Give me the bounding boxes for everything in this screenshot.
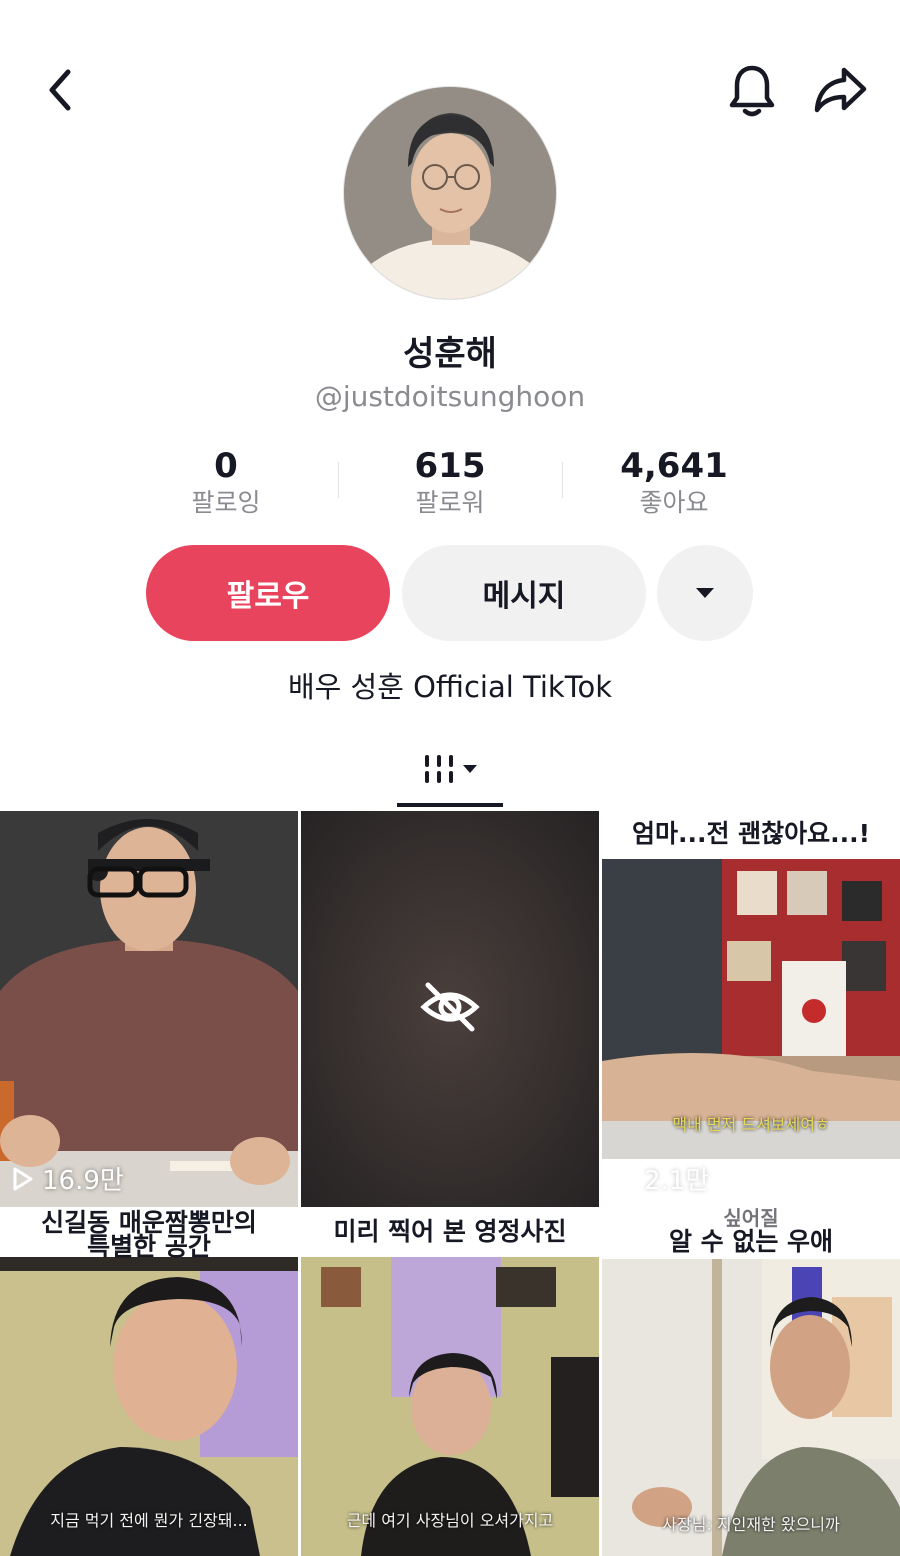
following-label: 팔로잉 [191, 488, 261, 517]
video-thumbnail-image [0, 811, 298, 1207]
profile-name: 성훈해 [403, 334, 497, 374]
profile-actions: 팔로우 메시지 [0, 545, 900, 641]
profile-bio: 배우 성훈 Official TikTok [287, 670, 613, 704]
video-caption: 미리 찍어 본 영정사진 [333, 1217, 567, 1246]
active-tab-indicator [397, 803, 503, 807]
video-thumbnail[interactable]: 16.9만 [0, 811, 298, 1207]
view-count: 16.9만 [12, 1160, 124, 1197]
following-stat[interactable]: 0 팔로잉 [126, 446, 326, 520]
message-button[interactable]: 메시지 [402, 545, 646, 641]
view-count: 2.1만 [614, 1160, 709, 1197]
profile-stats: 0 팔로잉 615 팔로워 4,641 좋아요 [0, 446, 900, 526]
notification-bell-button[interactable] [722, 60, 782, 120]
share-arrow-icon [814, 67, 867, 113]
followers-stat[interactable]: 615 팔로워 [350, 446, 550, 520]
tab-videos-grid[interactable] [397, 735, 503, 807]
view-count-text: 2.1만 [644, 1166, 710, 1196]
stat-divider [562, 462, 563, 498]
video-thumbnail-image [602, 811, 900, 1207]
video-thumbnail-image [301, 1207, 599, 1556]
share-button[interactable] [810, 60, 870, 120]
video-subtitle: 근데 여기 사장님이 오셔가지고 [346, 1511, 554, 1530]
play-icon [615, 1167, 635, 1190]
likes-count: 4,641 [620, 446, 728, 486]
video-caption: 엄마...전 괜찮아요...! [631, 819, 871, 848]
video-caption: 신길동 매운짬뽕만의 특별한 공간 [0, 1210, 298, 1261]
follow-button[interactable]: 팔로우 [146, 545, 390, 641]
video-subtitle: 지금 먹기 전에 뭔가 긴장돼... [50, 1511, 248, 1530]
video-subtitle: 사장님: 지인재한 왔으니까 [662, 1515, 840, 1534]
profile-avatar[interactable] [343, 86, 557, 300]
following-count: 0 [214, 446, 238, 486]
video-thumbnail-image [602, 1207, 900, 1556]
video-thumbnail[interactable]: 미리 찍어 본 영정사진 근데 여기 사장님이 오셔가지고 [301, 1207, 599, 1556]
view-count-text: 16.9만 [42, 1166, 124, 1196]
video-subtitle: 맥내 먼저 드셔보세여ㅎ [672, 1115, 830, 1134]
video-caption: 싶어질 알 수 없는 우애 [602, 1207, 900, 1257]
video-caption-line: 싶어질 [723, 1207, 779, 1230]
stat-divider [338, 462, 339, 498]
chevron-left-icon [49, 69, 71, 111]
play-icon [13, 1167, 33, 1190]
bell-icon [729, 65, 775, 117]
video-grid: 16.9만 엄마...전 괜찮아요...! 맥내 먼저 드셔보세여ㅎ 2.1만 … [0, 811, 900, 1556]
hidden-video-background [301, 811, 599, 1207]
profile-handle: @justdoitsunghoon [314, 380, 586, 413]
video-thumbnail[interactable]: 엄마...전 괜찮아요...! 맥내 먼저 드셔보세여ㅎ 2.1만 [602, 811, 900, 1207]
video-thumbnail[interactable]: 신길동 매운짬뽕만의 특별한 공간 지금 먹기 전에 뭔가 긴장돼... [0, 1207, 298, 1556]
back-button[interactable] [30, 60, 90, 120]
video-thumbnail-hidden[interactable] [301, 811, 599, 1207]
likes-stat[interactable]: 4,641 좋아요 [574, 446, 774, 520]
followers-count: 615 [414, 446, 486, 486]
video-thumbnail[interactable]: 싶어질 알 수 없는 우애 사장님: 지인재한 왔으니까 [602, 1207, 900, 1556]
video-caption-line: 알 수 없는 우애 [668, 1227, 834, 1256]
avatar-photo [344, 87, 556, 299]
likes-label: 좋아요 [639, 488, 709, 517]
grid-icon [425, 755, 477, 783]
more-options-button[interactable] [657, 545, 753, 641]
video-caption-line: 특별한 공간 [87, 1232, 211, 1261]
caret-down-icon [696, 588, 714, 598]
content-tab-bar [0, 735, 900, 811]
followers-label: 팔로워 [415, 488, 485, 517]
